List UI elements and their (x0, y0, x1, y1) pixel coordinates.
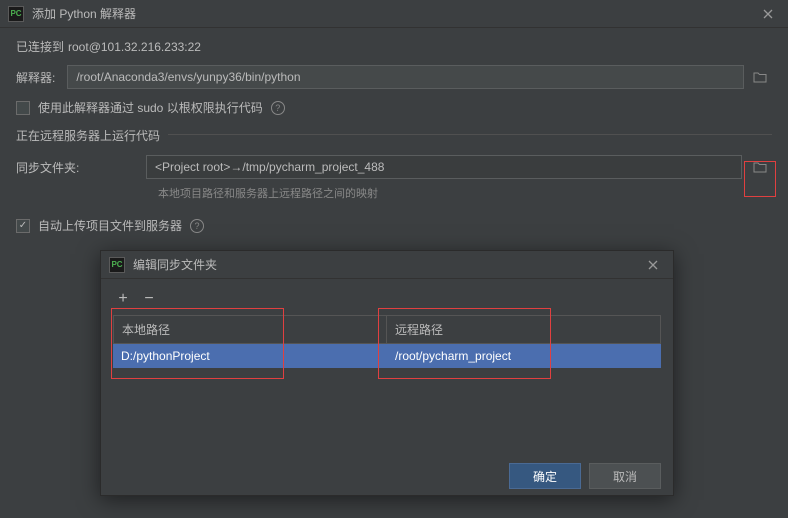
edit-sync-dialog: PC 编辑同步文件夹 + − 本地路径 远程路径 D:/pythonProjec… (100, 250, 674, 496)
main-titlebar: PC 添加 Python 解释器 (0, 0, 788, 28)
interpreter-row: 解释器: (16, 65, 772, 89)
table-header: 本地路径 远程路径 (113, 315, 661, 344)
close-icon (648, 260, 658, 270)
cell-remote[interactable]: /root/pycharm_project (387, 344, 661, 368)
auto-upload-row: 自动上传项目文件到服务器 ? (16, 217, 772, 234)
sync-input[interactable] (146, 155, 742, 179)
sync-browse-button[interactable] (748, 155, 772, 179)
dialog-body: + − 本地路径 远程路径 D:/pythonProject /root/pyc… (101, 279, 673, 453)
sync-table: 本地路径 远程路径 D:/pythonProject /root/pycharm… (113, 315, 661, 443)
cancel-button[interactable]: 取消 (589, 463, 661, 489)
app-icon: PC (8, 6, 24, 22)
sync-hint: 本地项目路径和服务器上远程路径之间的映射 (158, 185, 772, 201)
close-button[interactable] (748, 0, 788, 28)
folder-icon (753, 71, 767, 83)
auto-upload-label: 自动上传项目文件到服务器 (38, 217, 182, 234)
connection-row: 已连接到 root@101.32.216.233:22 (16, 38, 772, 55)
ok-button[interactable]: 确定 (509, 463, 581, 489)
help-icon[interactable]: ? (271, 101, 285, 115)
interpreter-input[interactable] (67, 65, 744, 89)
close-icon (763, 9, 773, 19)
dialog-title: 编辑同步文件夹 (133, 256, 633, 273)
remote-legend: 正在远程服务器上运行代码 (16, 127, 168, 144)
interpreter-browse-button[interactable] (748, 65, 772, 89)
auto-upload-checkbox[interactable] (16, 219, 30, 233)
sudo-row: 使用此解释器通过 sudo 以根权限执行代码 ? (16, 99, 772, 116)
connection-prefix: 已连接到 (16, 38, 64, 55)
add-button[interactable]: + (115, 291, 131, 307)
sync-label: 同步文件夹: (16, 159, 146, 176)
window-title: 添加 Python 解释器 (32, 5, 748, 22)
help-icon[interactable]: ? (190, 219, 204, 233)
sudo-checkbox[interactable] (16, 101, 30, 115)
connection-target: root@101.32.216.233:22 (68, 40, 201, 54)
header-remote: 远程路径 (387, 316, 660, 343)
remote-fieldset: 正在远程服务器上运行代码 同步文件夹: 本地项目路径和服务器上远程路径之间的映射… (16, 134, 772, 234)
interpreter-label: 解释器: (16, 69, 55, 86)
dialog-close-button[interactable] (633, 251, 673, 279)
dialog-titlebar: PC 编辑同步文件夹 (101, 251, 673, 279)
remove-button[interactable]: − (141, 291, 157, 307)
app-icon: PC (109, 257, 125, 273)
cell-local[interactable]: D:/pythonProject (113, 344, 387, 368)
table-row[interactable]: D:/pythonProject /root/pycharm_project (113, 344, 661, 368)
dialog-footer: 确定 取消 (101, 453, 673, 495)
sudo-label: 使用此解释器通过 sudo 以根权限执行代码 (38, 99, 263, 116)
dialog-toolbar: + − (113, 289, 661, 315)
main-body: 已连接到 root@101.32.216.233:22 解释器: 使用此解释器通… (0, 28, 788, 250)
sync-row: 同步文件夹: (16, 155, 772, 179)
folder-icon (753, 161, 767, 173)
header-local: 本地路径 (114, 316, 387, 343)
